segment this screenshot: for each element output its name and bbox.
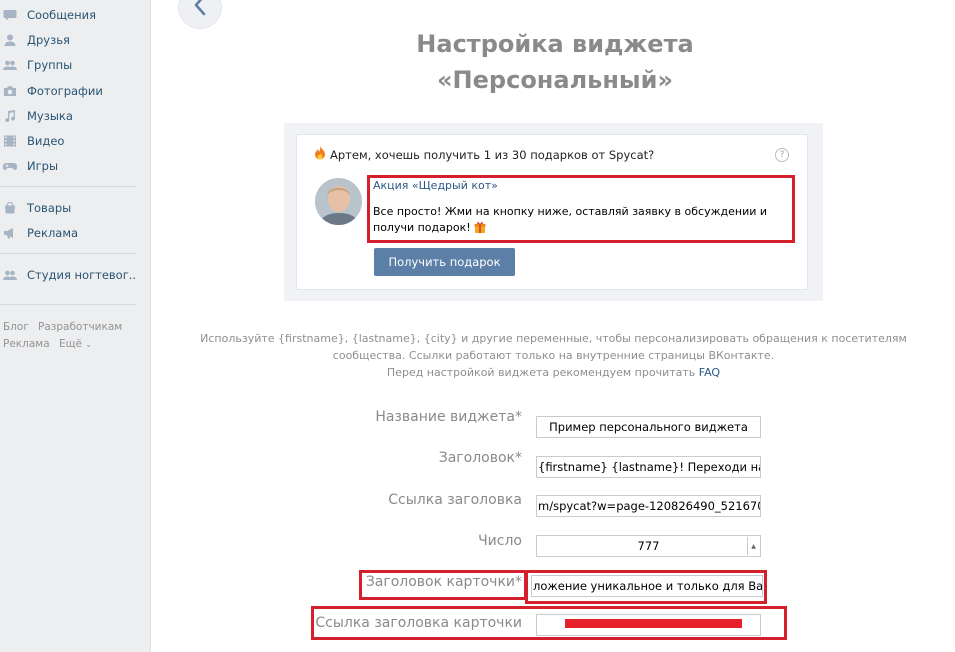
left-sidebar: Сообщения Друзья Группы Фотографии Музык… (0, 0, 151, 652)
page-title-line2: «Персональный» (437, 66, 673, 94)
sidebar-divider (0, 186, 136, 187)
fire-icon (314, 146, 326, 163)
widget-name-label: Название виджета* (375, 409, 522, 425)
get-gift-button[interactable]: Получить подарок (374, 248, 515, 276)
card-link-label: Ссылка заголовка карточки (315, 615, 522, 631)
gift-icon (474, 221, 486, 233)
gamepad-icon (3, 160, 17, 172)
sidebar-item-video[interactable]: Видео (0, 131, 64, 151)
promo-text-body: Все просто! Жми на кнопку ниже, оставляй… (373, 205, 768, 234)
increment-arrow-icon[interactable]: ▲ (748, 537, 759, 556)
users-icon (3, 59, 17, 71)
page-title-line1: Настройка виджета (416, 30, 694, 58)
sidebar-item-label: Товары (27, 201, 72, 215)
hint-line1: Используйте {firstname}, {lastname}, {ci… (200, 332, 907, 345)
footer-more-menu[interactable]: Ещё ⌄ (59, 338, 92, 350)
number-label: Число (478, 533, 522, 549)
header-label: Заголовок* (438, 450, 522, 466)
footer-link-ads[interactable]: Реклама (3, 338, 50, 350)
sidebar-divider (0, 253, 136, 254)
header-input[interactable]: {firstname} {lastname}! Переходи на сво (536, 456, 761, 478)
sidebar-item-goods[interactable]: Товары (0, 198, 71, 218)
sidebar-item-ads[interactable]: Реклама (0, 223, 78, 243)
music-icon (3, 110, 17, 122)
footer-link-developers[interactable]: Разработчикам (38, 321, 122, 333)
sidebar-item-label: Видео (27, 134, 65, 148)
film-icon (3, 135, 17, 147)
sidebar-item-label: Друзья (27, 33, 70, 47)
promo-text: Все просто! Жми на кнопку ниже, оставляй… (373, 204, 788, 236)
sidebar-item-label: Музыка (27, 109, 73, 123)
chevron-down-icon: ⌄ (85, 340, 93, 349)
megaphone-icon (3, 227, 17, 239)
hint-line3-text: Перед настройкой виджета рекомендуем про… (386, 366, 696, 379)
page-title: Настройка виджета «Персональный» (330, 26, 780, 98)
sidebar-item-games[interactable]: Игры (0, 156, 58, 176)
hint-text: Используйте {firstname}, {lastname}, {ci… (200, 330, 907, 381)
promo-title-link[interactable]: Акция «Щедрый кот» (373, 179, 498, 192)
sidebar-divider (0, 304, 136, 305)
card-title-input[interactable]: ложение уникальное и только для Вас! (531, 575, 763, 597)
header-link-input[interactable]: m/spycat?w=page-120826490_52167028 (536, 495, 761, 517)
faq-link[interactable]: FAQ (699, 366, 720, 379)
sidebar-item-label: Студия ногтевог.. (27, 268, 137, 282)
hint-line2: сообщества. Ссылки работают только на вн… (332, 349, 775, 362)
redaction-bar (565, 619, 742, 628)
sidebar-item-label: Группы (27, 58, 73, 72)
user-icon (3, 34, 17, 46)
widget-header: Артем, хочешь получить 1 из 30 подарков … (314, 146, 654, 163)
sidebar-item-label: Реклама (27, 226, 79, 240)
sidebar-item-friends[interactable]: Друзья (0, 30, 70, 50)
sidebar-item-groups[interactable]: Группы (0, 55, 72, 75)
widget-header-text: Артем, хочешь получить 1 из 30 подарков … (330, 147, 655, 162)
footer-more-label: Ещё (59, 338, 82, 350)
footer-link-blog[interactable]: Блог (3, 321, 29, 333)
users-icon (3, 269, 17, 281)
hint-line3: Перед настройкой виджета рекомендуем про… (200, 364, 907, 381)
sidebar-item-label: Сообщения (27, 8, 97, 22)
camera-icon (3, 85, 17, 97)
message-icon (3, 9, 17, 21)
avatar (315, 178, 362, 225)
widget-name-input[interactable]: Пример персонального виджета (536, 416, 761, 438)
number-value: 777 (637, 539, 660, 553)
sidebar-item-photos[interactable]: Фотографии (0, 81, 103, 101)
header-link-label: Ссылка заголовка (388, 492, 522, 508)
number-spinner: ▲ ▼ (747, 537, 759, 555)
sidebar-item-messages[interactable]: Сообщения (0, 5, 96, 25)
bag-icon (3, 202, 17, 214)
card-title-label: Заголовок карточки* (365, 574, 522, 590)
sidebar-item-label: Фотографии (27, 84, 103, 98)
chevron-left-icon (193, 0, 207, 20)
number-stepper[interactable]: 777 ▲ ▼ (536, 535, 761, 557)
sidebar-item-community[interactable]: Студия ногтевог.. (0, 265, 136, 285)
sidebar-item-label: Игры (27, 159, 59, 173)
sidebar-item-music[interactable]: Музыка (0, 106, 73, 126)
help-button[interactable]: ? (775, 148, 789, 162)
